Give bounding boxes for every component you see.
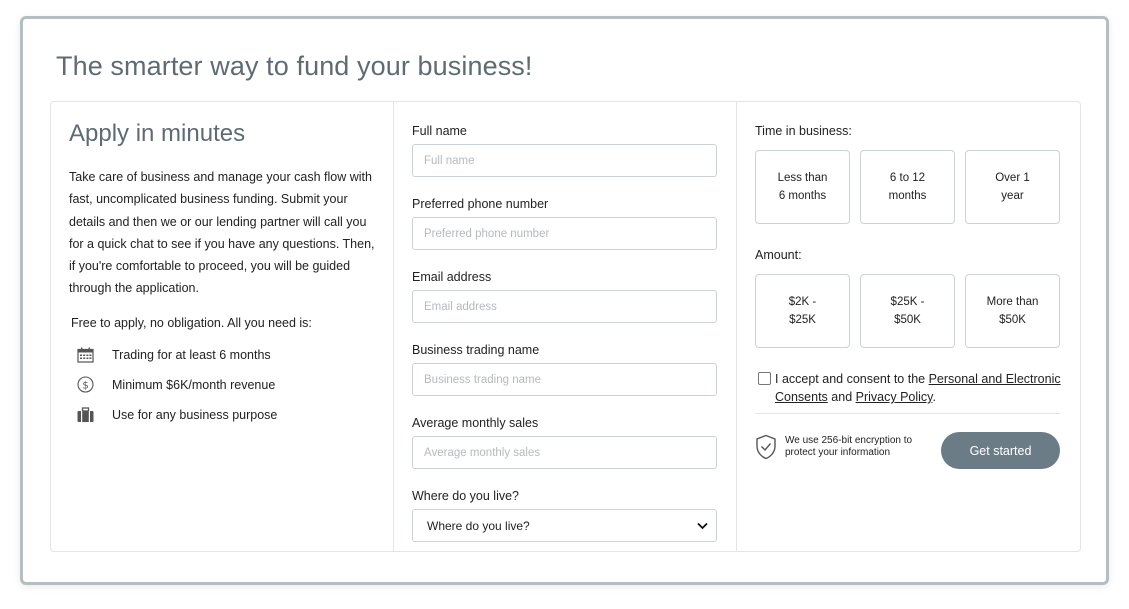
residence-select-value: Where do you live? (427, 518, 530, 533)
submit-row: We use 256-bit encryption to protect you… (755, 424, 1060, 469)
amount-options: $2K - $25K $25K - $50K More than $50K (755, 274, 1062, 348)
time-option-less-than-6-months[interactable]: Less than 6 months (755, 150, 850, 224)
option-line: $50K (999, 314, 1026, 326)
email-field: Email address (412, 270, 718, 323)
shield-check-icon (755, 434, 777, 460)
consent-suffix: . (932, 390, 936, 404)
briefcase-icon (76, 406, 94, 424)
apply-title: Apply in minutes (69, 120, 246, 147)
full-name-label: Full name (412, 124, 467, 138)
option-line: More than (986, 296, 1039, 308)
option-line: $25K - (890, 296, 925, 308)
divider (755, 413, 1060, 414)
option-line: $2K - (788, 296, 817, 308)
get-started-button[interactable]: Get started (941, 432, 1060, 469)
monthly-sales-label: Average monthly sales (412, 416, 539, 430)
option-line: 6 to 12 (889, 172, 926, 184)
email-input[interactable] (412, 290, 717, 323)
option-line: year (1001, 190, 1024, 202)
time-in-business-options: Less than 6 months 6 to 12 months Over 1 ye… (755, 150, 1062, 224)
description-text: Take care of business and manage your ca… (69, 170, 375, 296)
privacy-policy-link[interactable]: Privacy Policy (856, 390, 933, 404)
chevron-down-icon (697, 519, 708, 533)
phone-label: Preferred phone number (412, 197, 549, 211)
option-line: $50K (894, 314, 921, 326)
residence-label: Where do you live? (412, 489, 520, 503)
page-frame: The smarter way to fund your business! A… (20, 16, 1109, 585)
amount-label: Amount: (755, 248, 802, 262)
consent-middle: and (827, 390, 856, 404)
monthly-sales-field: Average monthly sales (412, 416, 718, 469)
amount-option-more-than-50k[interactable]: More than $50K (965, 274, 1060, 348)
amount-option-2k-25k[interactable]: $2K - $25K (755, 274, 850, 348)
email-label: Email address (412, 270, 492, 284)
requirement-item: $ Minimum $6K/month revenue (69, 370, 375, 400)
requirements-list: Trading for at least 6 months $ Minimum … (69, 340, 375, 430)
consent-text: I accept and consent to the Personal and… (775, 370, 1062, 406)
requirement-item: Use for any business purpose (69, 400, 375, 430)
option-line: Less than (777, 172, 828, 184)
calendar-icon (76, 346, 94, 364)
option-line: months (888, 190, 927, 202)
trading-name-input[interactable] (412, 363, 717, 396)
trading-name-label: Business trading name (412, 343, 540, 357)
full-name-input[interactable] (412, 144, 717, 177)
security-note: We use 256-bit encryption to protect you… (755, 434, 935, 460)
application-card: Apply in minutes Take care of business a… (50, 101, 1081, 552)
phone-field: Preferred phone number (412, 197, 718, 250)
options-column: Time in business: Less than 6 months 6 to… (737, 102, 1080, 551)
svg-text:$: $ (82, 381, 88, 392)
residence-select[interactable]: Where do you live? (412, 509, 717, 542)
option-line: $25K (789, 314, 816, 326)
free-to-apply-text: Free to apply, no obligation. All you ne… (71, 315, 312, 330)
security-text: We use 256-bit encryption to protect you… (785, 434, 913, 458)
dollar-coin-icon: $ (76, 376, 94, 394)
form-column: Full name Preferred phone number Email a… (394, 102, 737, 551)
option-line: 6 months (778, 190, 827, 202)
time-option-6-to-12-months[interactable]: 6 to 12 months (860, 150, 955, 224)
option-line: Over 1 (995, 172, 1030, 184)
consent-row: I accept and consent to the Personal and… (755, 370, 1062, 406)
full-name-field: Full name (412, 124, 718, 177)
amount-option-25k-50k[interactable]: $25K - $50K (860, 274, 955, 348)
info-column: Apply in minutes Take care of business a… (51, 102, 394, 551)
consent-prefix: I accept and consent to the (775, 372, 929, 386)
requirement-label: Trading for at least 6 months (112, 347, 271, 362)
requirement-item: Trading for at least 6 months (69, 340, 375, 370)
trading-name-field: Business trading name (412, 343, 718, 396)
time-in-business-label: Time in business: (755, 124, 852, 138)
monthly-sales-input[interactable] (412, 436, 717, 469)
residence-field: Where do you live? Where do you live? (412, 489, 718, 542)
phone-input[interactable] (412, 217, 717, 250)
time-option-over-1-year[interactable]: Over 1 year (965, 150, 1060, 224)
requirement-label: Minimum $6K/month revenue (112, 377, 276, 392)
consent-checkbox[interactable] (758, 372, 771, 385)
requirement-label: Use for any business purpose (112, 407, 278, 422)
page-headline: The smarter way to fund your business! (56, 51, 533, 81)
